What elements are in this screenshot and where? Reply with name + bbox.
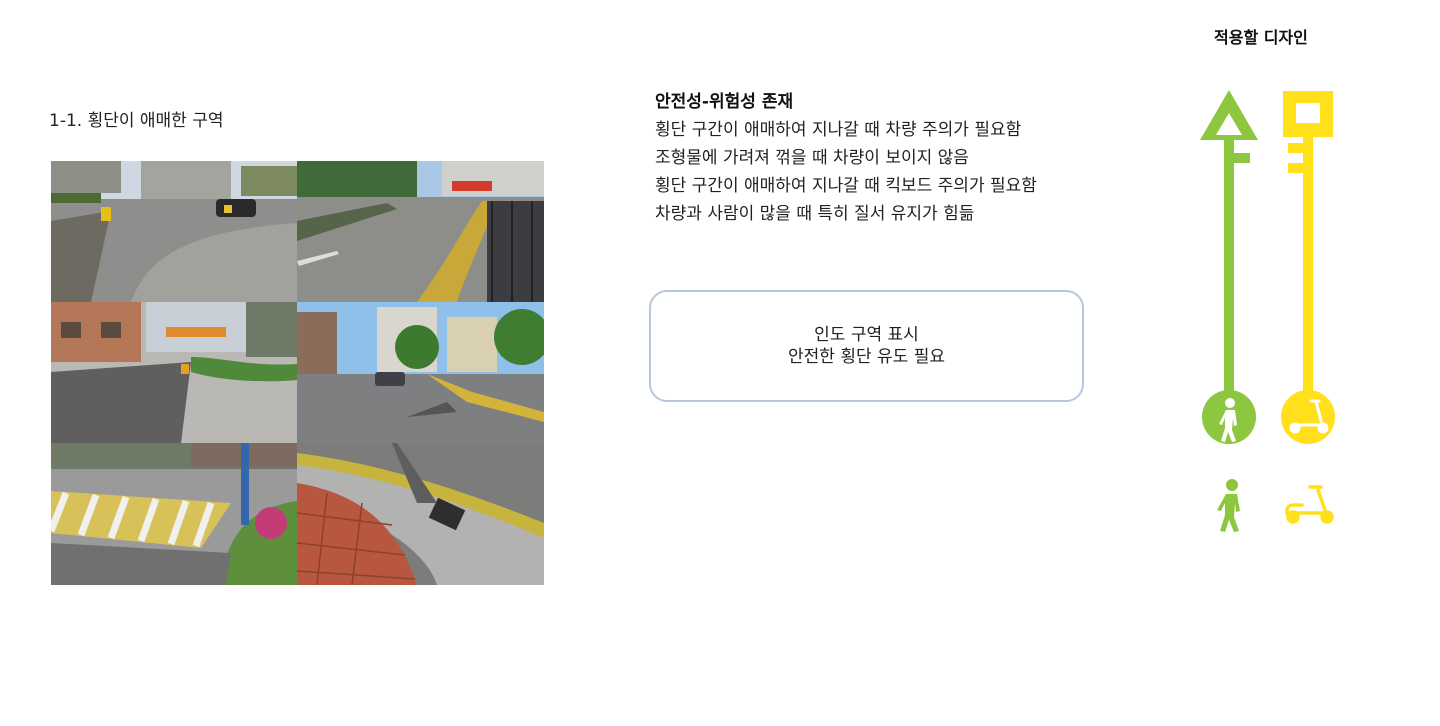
section-title: 1-1. 횡단이 애매한 구역 <box>49 111 224 131</box>
risk-line: 차량과 사람이 많을 때 특히 질서 유지가 힘듦 <box>655 204 975 224</box>
design-signs <box>1190 85 1350 545</box>
photo-brick-sidewalk-curb <box>297 443 544 585</box>
pedestrian-lane-sign <box>1200 90 1258 444</box>
solution-callout-box: 인도 구역 표시 안전한 횡단 유도 필요 <box>649 290 1084 402</box>
scooter-lane-sign <box>1281 91 1335 444</box>
photo-collage <box>51 161 544 585</box>
photo-street-buildings-trees <box>297 302 544 443</box>
callout-line-2: 안전한 횡단 유도 필요 <box>788 347 945 367</box>
kick-scooter-icon <box>1285 485 1334 524</box>
photo-road-fence-curve <box>297 161 544 302</box>
risk-line: 조형물에 가려져 꺾을 때 차량이 보이지 않음 <box>655 148 969 168</box>
risk-heading: 안전성-위험성 존재 <box>655 92 794 112</box>
design-title: 적용할 디자인 <box>1214 28 1308 47</box>
photo-road-corner-barrier <box>51 161 297 302</box>
risk-description: 안전성-위험성 존재 횡단 구간이 애매하여 지나갈 때 차량 주의가 필요함 … <box>655 88 1037 228</box>
callout-line-1: 인도 구역 표시 <box>814 325 919 345</box>
pedestrian-icon <box>1217 479 1240 532</box>
risk-line: 횡단 구간이 애매하여 지나갈 때 차량 주의가 필요함 <box>655 120 1022 140</box>
risk-line: 횡단 구간이 애매하여 지나갈 때 킥보드 주의가 필요함 <box>655 176 1037 196</box>
photo-sidewalk-building-shadow <box>51 302 297 443</box>
photo-crosswalk-flowerbed <box>51 443 297 585</box>
